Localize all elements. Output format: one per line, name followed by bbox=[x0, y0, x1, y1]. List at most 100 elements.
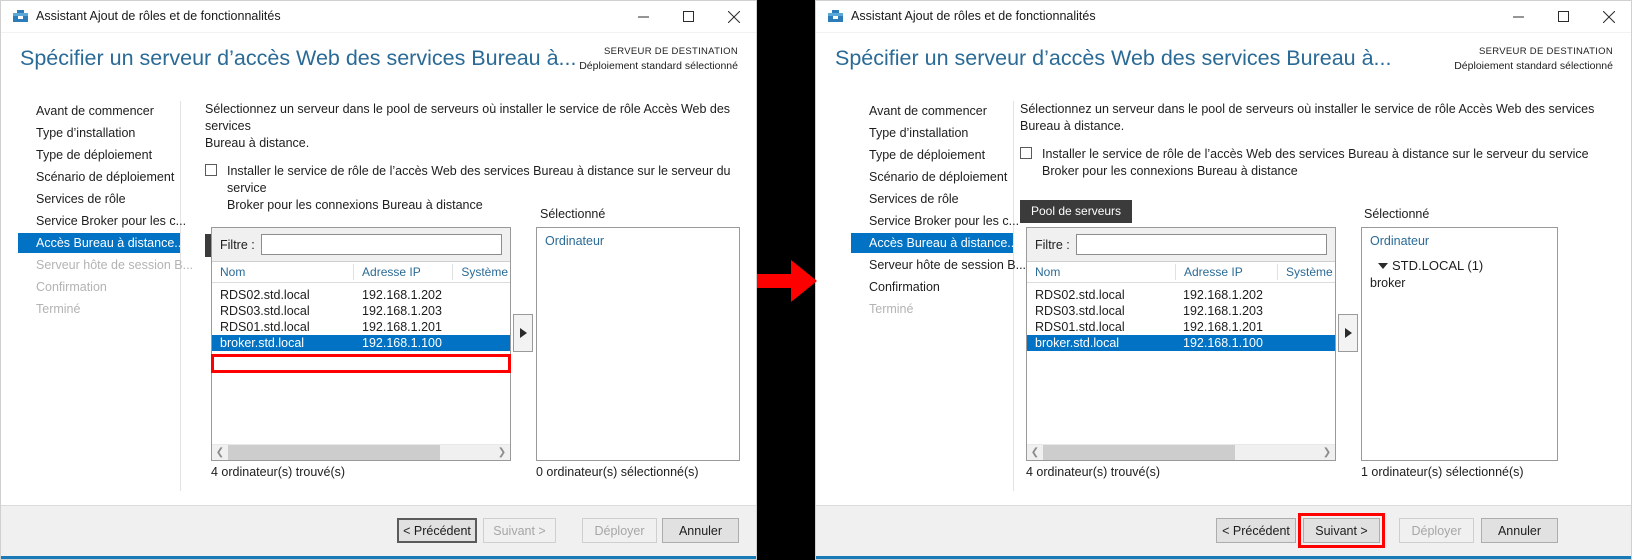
horizontal-scrollbar[interactable]: ❮ ❯ bbox=[1027, 444, 1335, 460]
intro-text: Sélectionnez un serveur dans le pool de … bbox=[1020, 101, 1620, 135]
cell-name: RDS02.std.local bbox=[1027, 288, 1175, 302]
column-header-systeme[interactable]: Système c bbox=[1277, 264, 1335, 280]
table-row[interactable]: RDS02.std.local 192.168.1.202 bbox=[1027, 287, 1335, 303]
filter-label: Filtre : bbox=[220, 238, 255, 252]
selected-group-node[interactable]: STD.LOCAL (1) bbox=[1362, 248, 1557, 273]
sidebar-item-acces-bureau-distance[interactable]: Accès Bureau à distance... bbox=[18, 233, 180, 253]
server-pool-list[interactable]: Filtre : Nom Adresse IP Système c RDS02.… bbox=[211, 227, 511, 461]
expand-triangle-icon[interactable] bbox=[1378, 263, 1388, 269]
table-row[interactable]: RDS03.std.local 192.168.1.203 bbox=[212, 303, 510, 319]
page-header: Spécifier un serveur d’accès Web des ser… bbox=[816, 33, 1631, 89]
horizontal-scrollbar[interactable]: ❮ ❯ bbox=[212, 444, 510, 460]
sidebar-item-type-installation[interactable]: Type d’installation bbox=[1, 123, 180, 143]
table-row[interactable]: RDS01.std.local 192.168.1.201 bbox=[1027, 319, 1335, 335]
sidebar-item-acces-bureau-distance[interactable]: Accès Bureau à distance... bbox=[851, 233, 1013, 253]
cancel-button[interactable]: Annuler bbox=[1481, 518, 1558, 543]
sidebar-item-type-deploiement[interactable]: Type de déploiement bbox=[1, 145, 180, 165]
destination-caption: SERVEUR DE DESTINATION bbox=[579, 45, 738, 59]
sidebar-item-avant-de-commencer[interactable]: Avant de commencer bbox=[1, 101, 180, 121]
sidebar-item-type-deploiement[interactable]: Type de déploiement bbox=[834, 145, 1013, 165]
cancel-button[interactable]: Annuler bbox=[662, 518, 739, 543]
maximize-icon[interactable] bbox=[666, 1, 711, 32]
selected-count-label: 1 ordinateur(s) sélectionné(s) bbox=[1361, 465, 1524, 479]
checkbox-line-2: Broker pour les connexions Bureau à dist… bbox=[1042, 164, 1298, 178]
scroll-right-icon[interactable]: ❯ bbox=[494, 445, 510, 461]
selected-panel-label: Sélectionné bbox=[1364, 207, 1429, 221]
pool-tab[interactable]: Pool de serveurs bbox=[1020, 200, 1132, 223]
cell-name: RDS01.std.local bbox=[1027, 320, 1175, 334]
sidebar-item-scenario-deploiement[interactable]: Scénario de déploiement bbox=[834, 167, 1013, 187]
column-header-adresse-ip[interactable]: Adresse IP bbox=[1175, 264, 1277, 280]
install-on-broker-checkbox-row[interactable]: Installer le service de rôle de l’accès … bbox=[1020, 146, 1620, 180]
destination-value: Déploiement standard sélectionné bbox=[1454, 59, 1613, 73]
add-arrow-button[interactable] bbox=[1338, 314, 1358, 352]
sidebar-item-scenario-deploiement[interactable]: Scénario de déploiement bbox=[1, 167, 180, 187]
column-header-nom[interactable]: Nom bbox=[212, 264, 353, 280]
table-row-selected[interactable]: broker.std.local 192.168.1.100 bbox=[212, 335, 510, 351]
server-pool-list[interactable]: Filtre : Nom Adresse IP Système c RDS02.… bbox=[1026, 227, 1336, 461]
selected-leaf-node[interactable]: broker bbox=[1362, 273, 1557, 290]
column-header-adresse-ip[interactable]: Adresse IP bbox=[353, 264, 452, 280]
scroll-right-icon[interactable]: ❯ bbox=[1319, 445, 1335, 461]
page-content: Sélectionnez un serveur dans le pool de … bbox=[205, 101, 740, 257]
pool-count-label: 4 ordinateur(s) trouvé(s) bbox=[1026, 465, 1160, 479]
table-row[interactable]: RDS02.std.local 192.168.1.202 bbox=[212, 287, 510, 303]
destination-server: SERVEUR DE DESTINATION Déploiement stand… bbox=[1454, 45, 1613, 73]
sidebar-item-services-role[interactable]: Services de rôle bbox=[834, 189, 1013, 209]
cell-ip: 192.168.1.201 bbox=[1175, 320, 1277, 334]
sidebar-item-type-installation[interactable]: Type d’installation bbox=[834, 123, 1013, 143]
cell-name: broker.std.local bbox=[212, 336, 354, 350]
column-header-systeme[interactable]: Système c bbox=[452, 264, 510, 280]
intro-line-2: Bureau à distance. bbox=[205, 136, 309, 150]
install-on-broker-checkbox-row[interactable]: Installer le service de rôle de l’accès … bbox=[205, 163, 740, 214]
column-header-nom[interactable]: Nom bbox=[1027, 264, 1175, 280]
transition-arrow-icon bbox=[757, 255, 819, 310]
scrollbar-track[interactable] bbox=[228, 445, 494, 461]
close-icon[interactable] bbox=[1586, 1, 1631, 32]
maximize-icon[interactable] bbox=[1541, 1, 1586, 32]
previous-button[interactable]: < Précédent bbox=[397, 518, 477, 543]
scroll-left-icon[interactable]: ❮ bbox=[1027, 445, 1043, 461]
cell-ip: 192.168.1.100 bbox=[354, 336, 454, 350]
checkbox-line-2: Broker pour les connexions Bureau à dist… bbox=[227, 198, 483, 212]
selected-servers-list[interactable]: Ordinateur STD.LOCAL (1) broker bbox=[1361, 227, 1558, 461]
minimize-icon[interactable] bbox=[1496, 1, 1541, 32]
sidebar-item-avant-de-commencer[interactable]: Avant de commencer bbox=[834, 101, 1013, 121]
cell-ip: 192.168.1.202 bbox=[1175, 288, 1277, 302]
filter-bar: Filtre : bbox=[212, 228, 510, 262]
sidebar-item-service-broker[interactable]: Service Broker pour les c... bbox=[834, 211, 1013, 231]
scrollbar-thumb[interactable] bbox=[228, 445, 440, 461]
sidebar-item-termine: Terminé bbox=[1, 299, 180, 319]
sidebar-item-serveur-hote-session[interactable]: Serveur hôte de session B... bbox=[834, 255, 1013, 275]
table-row-selected[interactable]: broker.std.local 192.168.1.100 bbox=[1027, 335, 1335, 351]
title-bar: Assistant Ajout de rôles et de fonctionn… bbox=[816, 1, 1631, 33]
footer-accent-bar bbox=[1, 556, 756, 559]
sidebar-item-service-broker[interactable]: Service Broker pour les c... bbox=[1, 211, 180, 231]
sidebar-item-confirmation[interactable]: Confirmation bbox=[834, 277, 1013, 297]
table-row[interactable]: RDS03.std.local 192.168.1.203 bbox=[1027, 303, 1335, 319]
table-row[interactable]: RDS01.std.local 192.168.1.201 bbox=[212, 319, 510, 335]
selected-servers-list[interactable]: Ordinateur bbox=[536, 227, 740, 461]
scrollbar-track[interactable] bbox=[1043, 445, 1319, 461]
close-icon[interactable] bbox=[711, 1, 756, 32]
selected-list-header: Ordinateur bbox=[1362, 228, 1557, 248]
filter-input[interactable] bbox=[261, 234, 502, 255]
scrollbar-thumb[interactable] bbox=[1043, 445, 1235, 461]
scroll-left-icon[interactable]: ❮ bbox=[212, 445, 228, 461]
destination-value: Déploiement standard sélectionné bbox=[579, 59, 738, 73]
add-arrow-button[interactable] bbox=[513, 314, 533, 352]
install-on-broker-checkbox[interactable] bbox=[205, 164, 217, 176]
next-button[interactable]: Suivant > bbox=[1303, 518, 1380, 543]
install-on-broker-checkbox[interactable] bbox=[1020, 147, 1032, 159]
sidebar-item-services-role[interactable]: Services de rôle bbox=[1, 189, 180, 209]
table-header: Nom Adresse IP Système c bbox=[212, 262, 510, 283]
intro-line-1: Sélectionnez un serveur dans le pool de … bbox=[1020, 102, 1594, 116]
page-title: Spécifier un serveur d’accès Web des ser… bbox=[835, 46, 1391, 71]
title-bar: Assistant Ajout de rôles et de fonctionn… bbox=[1, 1, 756, 33]
sidebar-item-serveur-hote-session: Serveur hôte de session B... bbox=[1, 255, 180, 275]
previous-button[interactable]: < Précédent bbox=[1216, 518, 1296, 543]
wizard-navigation: Avant de commencer Type d’installation T… bbox=[1, 101, 181, 491]
filter-input[interactable] bbox=[1076, 234, 1327, 255]
table-header: Nom Adresse IP Système c bbox=[1027, 262, 1335, 283]
minimize-icon[interactable] bbox=[621, 1, 666, 32]
